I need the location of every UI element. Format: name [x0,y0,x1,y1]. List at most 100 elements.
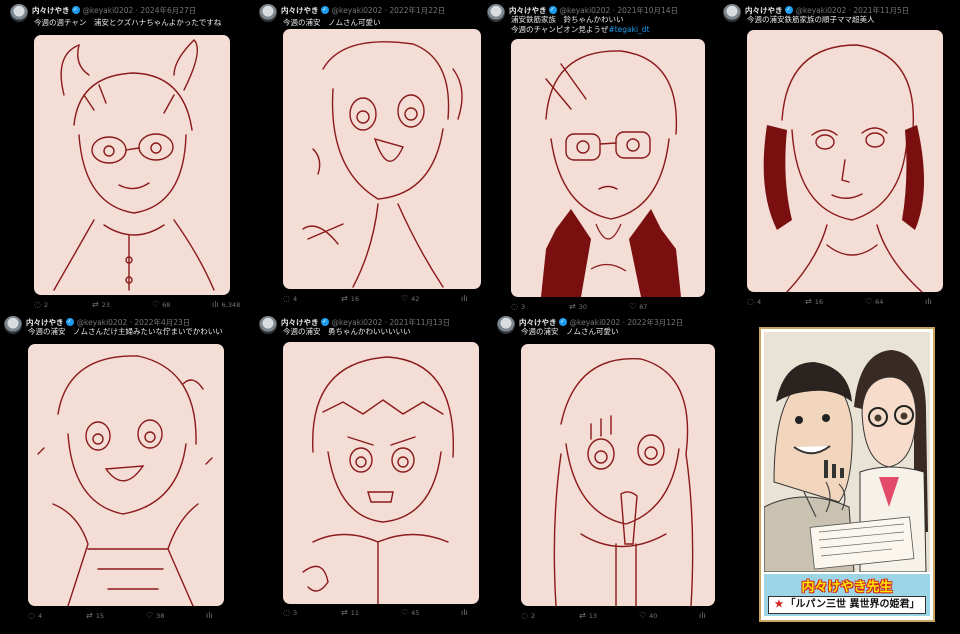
reply-count: 2 [43,301,49,309]
heart-icon: ♡ [401,294,409,303]
retweet-button[interactable]: ⇄ 13 [579,612,597,621]
like-button[interactable]: ♡ 42 [401,294,419,304]
tweet-image[interactable] [28,344,224,606]
like-button[interactable]: ♡ 87 [629,303,647,312]
author-name[interactable]: 内々けやき [281,317,319,328]
colored-illustration [764,332,930,572]
retweet-button[interactable]: ⇄ 11 [341,609,359,618]
avatar[interactable] [487,4,505,22]
tweet-image[interactable] [283,342,479,604]
tweet-text: 今週の浦安 勇ちゃんかわいいいいい [283,327,411,336]
like-button[interactable]: ♡ 45 [401,609,420,618]
tweet-text: 今週の浦安鉄筋家族の順子ママ超美人 [747,15,875,24]
verified-badge-icon: ✓ [548,6,557,14]
promo-illustration: 内々けやき先生 ★ 「ルパン三世 異世界の姫君」 [759,327,935,622]
author-handle-date[interactable]: @keyaki0202 · 2022年1月22日 [332,5,446,16]
heart-icon: ♡ [152,300,160,309]
tweet-card[interactable]: 内々けやき ✓ @keyaki0202 · 2021年11月5日 今週の浦安鉄筋… [723,3,953,309]
tweet-text: 浦安鉄筋家族 鈴ちゃんかわいい [511,15,624,24]
avatar[interactable] [4,316,22,334]
tweet-header: 内々けやき ✓ @keyaki0202 · 2022年1月22日 [259,3,446,22]
author-name[interactable]: 内々けやき [281,5,319,16]
tweet-card[interactable]: 内々けやき ✓ @keyaki0202 · 2021年10月14日 浦安鉄筋家族… [487,3,717,315]
reply-button[interactable]: ◌ 4 [283,295,297,304]
tweet-card[interactable]: 内々けやき ✓ @keyaki0202 · 2024年6月27日 今週の週チャン… [10,3,242,313]
views-button[interactable]: ılı [699,612,706,620]
author-handle-date[interactable]: @keyaki0202 · 2021年10月14日 [560,5,679,16]
tweet-card[interactable]: 内々けやき ✓ @keyaki0202 · 2021年11月13日 今週の浦安 … [259,315,484,625]
retweet-count: 15 [95,612,104,620]
retweet-button[interactable]: ⇄ 30 [569,302,587,312]
views-button[interactable]: ılı 6,348 [212,301,240,310]
like-count: 45 [411,609,420,617]
author-name[interactable]: 内々けやき [745,5,783,16]
retweet-count: 13 [588,612,597,620]
reply-icon: ◌ [521,611,528,620]
promo-work-title: ★ 「ルパン三世 異世界の姫君」 [768,596,926,614]
verified-badge-icon: ✓ [320,6,329,14]
views-button[interactable]: ılı [925,298,932,306]
bar-chart-icon: ılı [699,611,706,620]
retweet-count: 11 [350,609,359,617]
hashtag-link[interactable]: #tegaki_dt [608,25,649,34]
tweet-image[interactable] [521,344,715,606]
avatar[interactable] [259,4,277,22]
tweet-image[interactable] [511,39,705,297]
reply-button[interactable]: ◌ 2 [34,300,49,310]
author-name[interactable]: 内々けやき [519,317,557,328]
views-button[interactable]: ılı [461,609,468,617]
author-name[interactable]: 内々けやき [509,5,547,16]
retweet-icon: ⇄ [86,611,93,620]
reply-count: 2 [530,612,536,620]
like-button[interactable]: ♡ 38 [146,612,164,621]
bar-chart-icon: ılı [925,297,932,306]
reply-icon: ◌ [34,300,41,309]
reply-icon: ◌ [747,297,754,306]
avatar[interactable] [723,4,741,22]
sketch-drawing [37,355,213,606]
like-button[interactable]: ♡ 68 [152,300,170,310]
sketch-drawing [302,41,463,288]
tweet-card[interactable]: 内々けやき ✓ @keyaki0202 · 2022年4月23日 今週の浦安 ノ… [4,315,248,625]
retweet-button[interactable]: ⇄ 16 [805,297,823,307]
views-button[interactable]: ılı [206,612,213,620]
reply-button[interactable]: ◌ 4 [747,297,761,307]
verified-badge-icon: ✓ [784,6,793,14]
retweet-count: 16 [814,298,823,306]
views-button[interactable]: ılı [461,295,468,303]
reply-icon: ◌ [28,611,35,620]
author-handle-date[interactable]: @keyaki0202 · 2021年11月5日 [796,5,910,16]
author-handle-date[interactable]: @keyaki0202 · 2021年11月13日 [332,317,451,328]
retweet-icon: ⇄ [569,302,576,311]
like-button[interactable]: ♡ 64 [865,298,884,307]
avatar[interactable] [497,316,515,334]
avatar[interactable] [259,316,277,334]
author-handle-date[interactable]: @keyaki0202 · 2022年3月12日 [570,317,684,328]
avatar[interactable] [10,4,28,22]
reply-button[interactable]: ◌ 3 [283,609,297,618]
tweet-image[interactable] [283,29,481,289]
retweet-button[interactable]: ⇄ 15 [86,611,104,621]
reply-button[interactable]: ◌ 2 [521,611,536,621]
tweet-actions: ◌ 4 ⇄ 16 ♡ 42 ılı [283,294,483,304]
reply-button[interactable]: ◌ 4 [28,611,42,621]
retweet-icon: ⇄ [805,297,812,306]
tweet-card[interactable]: 内々けやき ✓ @keyaki0202 · 2022年1月22日 今週の浦安 ノ… [259,3,481,308]
author-name[interactable]: 内々けやき [26,317,64,328]
like-button[interactable]: ♡ 40 [639,612,657,621]
tweet-actions: ◌ 2 ⇄ 23 ♡ 68 ılı 6,348 [34,300,244,310]
tweet-card[interactable]: 内々けやき ✓ @keyaki0202 · 2022年3月12日 今週の浦安 ノ… [497,315,727,625]
tweet-text-line2: 今週のチャンピオン見ようぜ#tegaki_dt [511,25,650,35]
like-count: 64 [875,298,884,306]
tweet-image[interactable] [34,35,230,295]
retweet-button[interactable]: ⇄ 16 [341,295,359,304]
retweet-button[interactable]: ⇄ 23 [92,301,110,310]
reply-button[interactable]: ◌ 3 [511,303,525,312]
author-handle-date[interactable]: @keyaki0202 · 2022年4月23日 [77,317,191,328]
tweet-text: 今週の週チャン 浦安とクズハナちゃんよかったですね [34,18,222,27]
author-handle-date[interactable]: @keyaki0202 · 2024年6月27日 [83,5,197,16]
tweet-image[interactable] [747,30,943,292]
author-name[interactable]: 内々けやき [32,5,70,16]
retweet-count: 23 [101,301,110,309]
promo-author-name: 内々けやき先生 [801,580,893,595]
